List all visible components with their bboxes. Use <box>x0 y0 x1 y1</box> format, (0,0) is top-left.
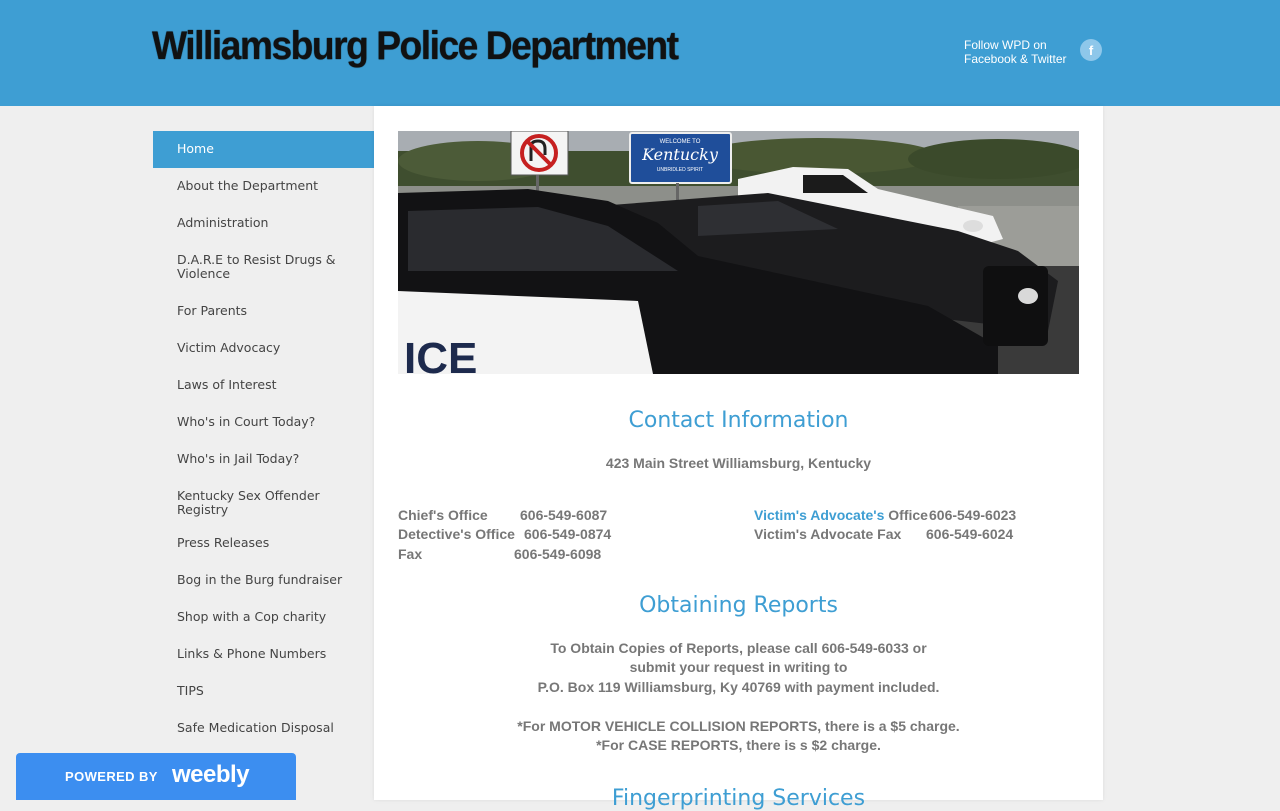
reports-heading: Obtaining Reports <box>639 593 838 618</box>
sidebar-item-jail[interactable]: Who's in Jail Today? <box>153 441 374 478</box>
police-cars-photo: WELCOME TO Kentucky UNBRIDLED SPIRIT ICE <box>398 131 1079 374</box>
sidebar-item-laws[interactable]: Laws of Interest <box>153 367 374 404</box>
victim-office-label: Office <box>888 507 928 523</box>
follow-text: Follow WPD on Facebook & Twitter <box>964 38 1067 66</box>
weebly-badge[interactable]: POWERED BY weebly <box>16 753 296 800</box>
victim-office-row: Victim's Advocate's Office 606-549-6023 <box>754 507 1016 523</box>
weebly-powered-by: POWERED BY <box>65 769 158 784</box>
contact-heading: Contact Information <box>628 408 849 433</box>
reports-line-2: submit your request in writing to <box>629 659 848 675</box>
site-header: Williamsburg Police Department Follow WP… <box>0 0 1280 106</box>
sidebar-item-links[interactable]: Links & Phone Numbers <box>153 636 374 673</box>
fax-phone: 606-549-6098 <box>514 546 602 562</box>
sidebar-item-court[interactable]: Who's in Court Today? <box>153 404 374 441</box>
sidebar-item-shop-cop[interactable]: Shop with a Cop charity <box>153 599 374 636</box>
sidebar-item-dare[interactable]: D.A.R.E to Resist Drugs & Violence <box>153 242 374 293</box>
detective-office-phone: 606-549-0874 <box>524 526 612 542</box>
sidebar-item-about[interactable]: About the Department <box>153 168 374 205</box>
facebook-icon[interactable]: f <box>1080 39 1102 61</box>
detective-office-row: Detective's Office 606-549-0874 <box>398 526 611 542</box>
sidebar-item-administration[interactable]: Administration <box>153 205 374 242</box>
sidebar-item-medication[interactable]: Safe Medication Disposal <box>153 710 374 747</box>
sidebar-nav: Home About the Department Administration… <box>153 131 374 747</box>
site-title[interactable]: Williamsburg Police Department <box>152 24 679 69</box>
sign-state: Kentucky <box>641 145 719 164</box>
victim-fax-phone: 606-549-6024 <box>926 526 1014 542</box>
sidebar-item-victim-advocacy[interactable]: Victim Advocacy <box>153 330 374 367</box>
hero-image: WELCOME TO Kentucky UNBRIDLED SPIRIT ICE <box>398 131 1079 374</box>
main-content: WELCOME TO Kentucky UNBRIDLED SPIRIT ICE… <box>374 106 1103 811</box>
victim-fax-label: Victim's Advocate Fax <box>754 526 902 542</box>
fax-label: Fax <box>398 546 423 562</box>
sidebar-item-press[interactable]: Press Releases <box>153 525 374 562</box>
chief-office-label: Chief's Office <box>398 507 488 523</box>
reports-line-5: *For CASE REPORTS, there is s $2 charge. <box>596 737 881 753</box>
follow-line-2: Facebook & Twitter <box>964 52 1067 66</box>
reports-line-1: To Obtain Copies of Reports, please call… <box>550 640 927 656</box>
victim-office-phone: 606-549-6023 <box>929 507 1017 523</box>
reports-line-4: *For MOTOR VEHICLE COLLISION REPORTS, th… <box>517 718 960 734</box>
follow-line-1: Follow WPD on <box>964 38 1047 52</box>
contact-address: 423 Main Street Williamsburg, Kentucky <box>605 455 872 471</box>
car-lettering: ICE <box>404 334 477 374</box>
sign-sub: UNBRIDLED SPIRIT <box>657 167 703 173</box>
victim-advocate-link[interactable]: Victim's Advocate's <box>754 507 884 523</box>
sidebar-item-parents[interactable]: For Parents <box>153 293 374 330</box>
sidebar-item-bog[interactable]: Bog in the Burg fundraiser <box>153 562 374 599</box>
chief-office-phone: 606-549-6087 <box>520 507 608 523</box>
sidebar-item-tips[interactable]: TIPS <box>153 673 374 710</box>
fax-row: Fax 606-549-6098 <box>398 546 601 562</box>
sidebar-item-sex-offender[interactable]: Kentucky Sex Offender Registry <box>153 478 374 525</box>
weebly-logo: weebly <box>172 761 250 788</box>
chief-office-row: Chief's Office 606-549-6087 <box>398 507 607 523</box>
detective-office-label: Detective's Office <box>398 526 515 542</box>
victim-fax-row: Victim's Advocate Fax 606-549-6024 <box>754 526 1013 542</box>
fingerprinting-heading: Fingerprinting Services <box>611 786 866 811</box>
reports-line-3: P.O. Box 119 Williamsburg, Ky 40769 with… <box>537 679 940 695</box>
sidebar-item-home[interactable]: Home <box>153 131 374 168</box>
